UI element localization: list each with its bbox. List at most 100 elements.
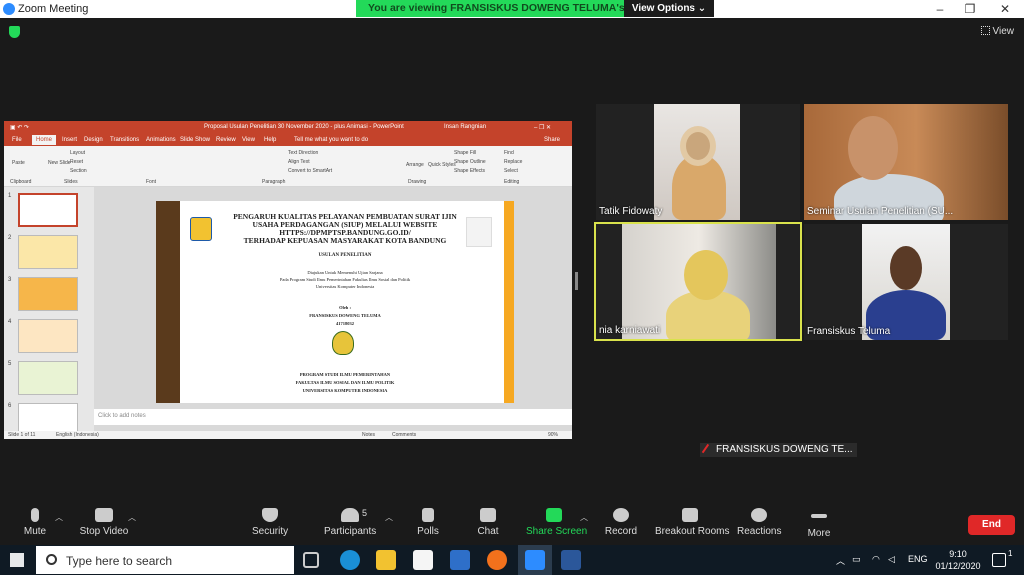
ppt-section-button[interactable]: Section (70, 168, 87, 174)
participants-chevron-up-icon[interactable]: ︿ (385, 512, 393, 523)
more-button[interactable]: More (802, 500, 836, 539)
reactions-button[interactable]: Reactions (737, 500, 781, 537)
slide-thumbnail[interactable] (18, 319, 78, 353)
ppt-comments-toggle[interactable]: Comments (392, 432, 416, 438)
clock-time: 9:10 (949, 549, 967, 559)
ppt-select[interactable]: Select (504, 168, 518, 174)
video-options-chevron-up-icon[interactable]: ︿ (128, 512, 136, 523)
banner-text: You are viewing FRANSISKUS DOWENG TELUMA… (368, 2, 662, 14)
polls-button[interactable]: Polls (412, 500, 444, 537)
ppt-smartart[interactable]: Convert to SmartArt (288, 168, 332, 174)
mute-button[interactable]: Mute (18, 500, 52, 537)
participant-name: Tatik Fidowaty (599, 206, 663, 217)
ppt-notes-toggle[interactable]: Notes (362, 432, 375, 438)
share-screen-button[interactable]: Share Screen (526, 500, 587, 537)
participant-tile[interactable]: Fransiskus Teluma (804, 224, 1008, 340)
maximize-button[interactable]: ❐ (960, 1, 980, 17)
participant-tile[interactable]: Seminar Usulan Penelitian (SU... (804, 104, 1008, 220)
ppt-tab-file[interactable]: File (12, 137, 22, 143)
notification-center-icon[interactable] (992, 553, 1006, 567)
ppt-quick-access-icon[interactable]: ▣ ↶ ↷ (10, 124, 29, 131)
view-button[interactable]: View (980, 26, 1014, 37)
ppt-tab-design[interactable]: Design (84, 137, 103, 143)
shared-screen[interactable]: ▣ ↶ ↷ Proposal Usulan Penelitian 30 Nove… (4, 121, 572, 439)
ppt-text-direction[interactable]: Text Direction (288, 150, 318, 156)
ppt-slide-editor[interactable]: PENGARUH KUALITAS PELAYANAN PEMBUATAN SU… (94, 187, 572, 431)
ppt-notes-pane[interactable]: Click to add notes (94, 409, 572, 425)
ppt-tab-insert[interactable]: Insert (62, 137, 77, 143)
store-icon[interactable] (413, 550, 433, 570)
ppt-paste-button[interactable]: Paste (12, 160, 25, 166)
ppt-tab-help[interactable]: Help (264, 137, 276, 143)
ppt-tell-me[interactable]: Tell me what you want to do (294, 137, 368, 143)
security-button[interactable]: Security (252, 500, 288, 537)
slide-thumbnail[interactable] (18, 277, 78, 311)
participant-tile[interactable]: Tatik Fidowaty (596, 104, 800, 220)
taskbar-clock[interactable]: 9:10 01/12/2020 (932, 548, 984, 572)
slide-decoration-right (504, 201, 514, 403)
ppt-tab-animations[interactable]: Animations (146, 137, 176, 143)
input-language[interactable]: ENG (908, 554, 928, 564)
participants-button[interactable]: Participants (324, 500, 376, 537)
thumb-number: 2 (8, 235, 12, 241)
ppt-share-button[interactable]: Share (544, 137, 560, 143)
ppt-shape-effects[interactable]: Shape Effects (454, 168, 485, 174)
ppt-window-controls-icon[interactable]: – ❐ ✕ (534, 124, 551, 131)
ppt-tab-home[interactable]: Home (32, 135, 57, 145)
view-options-button[interactable]: View Options ⌄ (624, 0, 714, 17)
stop-video-button[interactable]: Stop Video (78, 500, 130, 537)
audio-options-chevron-up-icon[interactable]: ︿ (55, 512, 63, 523)
slide-purpose-line: Pada Program Studi Ilmu Pemerintahan Fak… (279, 277, 411, 282)
ppt-shape-fill[interactable]: Shape Fill (454, 150, 476, 156)
firefox-icon[interactable] (487, 550, 507, 570)
file-explorer-icon[interactable] (376, 550, 396, 570)
close-button[interactable]: ✕ (995, 1, 1015, 17)
mail-icon[interactable] (450, 550, 470, 570)
participant-tile-no-video[interactable] (700, 342, 904, 458)
split-view-handle[interactable] (575, 272, 578, 290)
ppt-layout-button[interactable]: Layout (70, 150, 85, 156)
task-view-icon[interactable] (303, 552, 319, 568)
ppt-reset-button[interactable]: Reset (70, 159, 83, 165)
slide-footer-line: FAKULTAS ILMU SOSIAL DAN ILMU POLITIK (295, 380, 395, 385)
ppt-group-clipboard: Clipboard (10, 179, 32, 185)
ppt-group-paragraph: Paragraph (262, 179, 286, 185)
current-slide[interactable]: PENGARUH KUALITAS PELAYANAN PEMBUATAN SU… (156, 201, 514, 403)
breakout-rooms-button[interactable]: Breakout Rooms (655, 500, 729, 537)
share-options-chevron-up-icon[interactable]: ︿ (580, 512, 588, 523)
windows-start-icon[interactable] (10, 553, 24, 567)
taskbar-search-box[interactable]: Type here to search (36, 546, 294, 574)
taskbar-search-placeholder: Type here to search (66, 554, 173, 568)
ppt-tab-slideshow[interactable]: Slide Show (180, 137, 210, 143)
slide-thumbnail[interactable] (18, 193, 78, 227)
minimize-button[interactable]: – (930, 1, 950, 17)
wifi-icon[interactable]: ◠ (872, 554, 880, 565)
ppt-new-slide-button[interactable]: New Slide (48, 160, 71, 166)
chat-button[interactable]: Chat (472, 500, 504, 537)
word-icon[interactable] (561, 550, 581, 570)
ppt-tab-view[interactable]: View (242, 137, 255, 143)
edge-browser-icon[interactable] (340, 550, 360, 570)
ppt-tab-transitions[interactable]: Transitions (110, 137, 139, 143)
ppt-quick-styles[interactable]: Quick Styles (428, 162, 456, 168)
ppt-zoom-level[interactable]: 90% (548, 432, 558, 438)
tray-chevron-up-icon[interactable]: ︿ (836, 554, 845, 567)
grid-icon (980, 26, 990, 35)
ppt-find[interactable]: Find (504, 150, 514, 156)
ppt-replace[interactable]: Replace (504, 159, 522, 165)
security-shield-icon[interactable] (9, 26, 20, 38)
ppt-tab-review[interactable]: Review (216, 137, 236, 143)
volume-icon[interactable]: ◁ (888, 554, 895, 565)
microphone-icon (31, 508, 39, 522)
participant-tile-active-speaker[interactable]: nia karniawati (594, 222, 802, 341)
battery-icon[interactable]: ▭ (852, 554, 861, 565)
slide-thumbnail[interactable] (18, 235, 78, 269)
ppt-align-text[interactable]: Align Text (288, 159, 310, 165)
record-button[interactable]: Record (603, 500, 639, 537)
end-meeting-button[interactable]: End (968, 515, 1015, 535)
ppt-shape-outline[interactable]: Shape Outline (454, 159, 486, 165)
ppt-arrange[interactable]: Arrange (406, 162, 424, 168)
slide-thumbnail[interactable] (18, 361, 78, 395)
zoom-app-icon[interactable] (525, 550, 545, 570)
polls-icon (422, 508, 434, 522)
